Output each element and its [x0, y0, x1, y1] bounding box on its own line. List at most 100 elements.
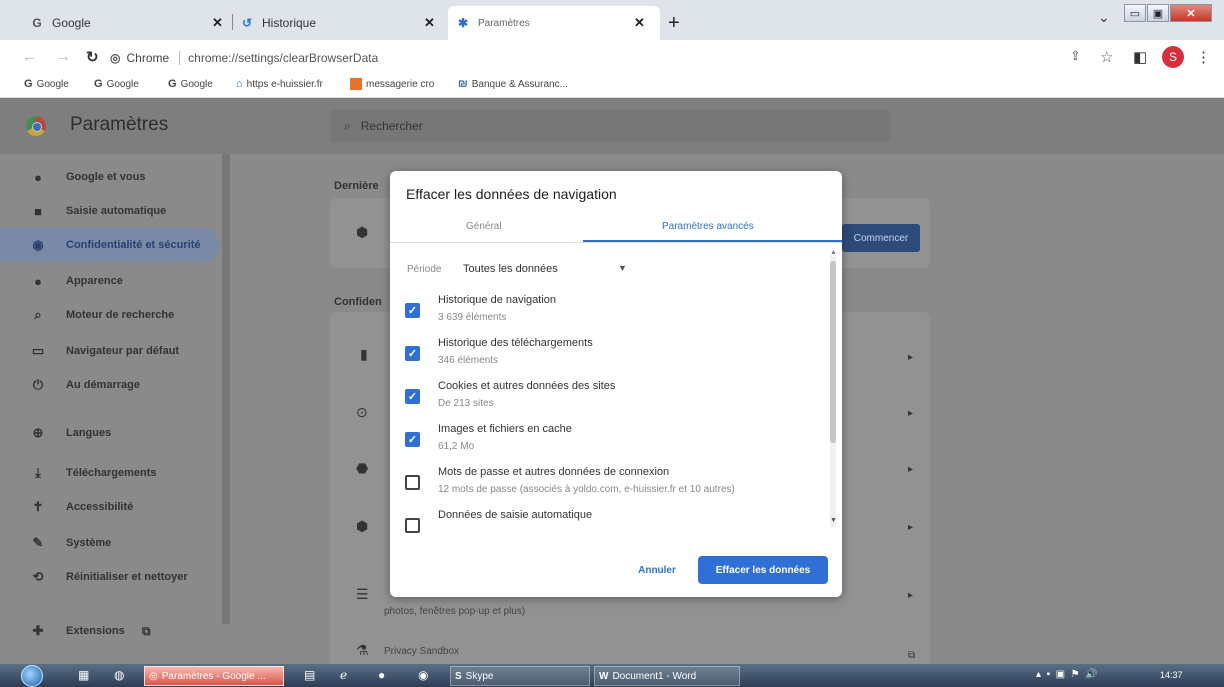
- cancel-button[interactable]: Annuler: [628, 557, 686, 583]
- avatar[interactable]: S: [1162, 46, 1184, 68]
- tab-parametres[interactable]: ✱ Paramètres ✕: [448, 6, 660, 40]
- side-panel-icon[interactable]: ◧: [1133, 48, 1147, 66]
- list-item[interactable]: ✓ Historique des téléchargements 346 élé…: [390, 334, 830, 377]
- clock[interactable]: 14:37: [1160, 670, 1183, 680]
- bookmark-messagerie[interactable]: messagerie cro: [350, 78, 434, 90]
- dropdown-arrow-icon[interactable]: ▼: [618, 263, 627, 273]
- sidebar-item-google[interactable]: ● Google et vous: [0, 160, 220, 194]
- google-icon: G: [32, 16, 42, 30]
- menu-icon[interactable]: ⋮: [1196, 48, 1211, 66]
- sidebar-item-system[interactable]: ✎ Système: [0, 526, 220, 560]
- sidebar-item-downloads[interactable]: ⤓ Téléchargements: [0, 456, 220, 490]
- close-icon[interactable]: ✕: [634, 15, 645, 31]
- checkbox-download-history[interactable]: ✓: [405, 346, 420, 361]
- sidebar-item-extensions[interactable]: ✚ Extensions ⧉: [0, 614, 220, 648]
- chrome-icon: ◎: [149, 670, 158, 682]
- safety-check-button[interactable]: Commencer: [842, 224, 920, 252]
- checkbox-cookies[interactable]: ✓: [405, 389, 420, 404]
- taskbar-item-word[interactable]: W Document1 - Word: [594, 666, 740, 686]
- tab-google[interactable]: G Google ✕: [30, 6, 230, 40]
- taskbar-item-chrome[interactable]: ◎ Paramètres - Google ...: [144, 666, 284, 686]
- mail-icon: [350, 78, 362, 90]
- back-icon[interactable]: ←: [22, 48, 37, 65]
- list-item[interactable]: ✓ Historique de navigation 3 639 élément…: [390, 291, 830, 334]
- sidebar-item-appearance[interactable]: ● Apparence: [0, 264, 220, 298]
- checkbox-passwords[interactable]: [405, 475, 420, 490]
- checkbox-autofill[interactable]: [405, 518, 420, 533]
- clear-data-button[interactable]: Effacer les données: [698, 556, 828, 584]
- sidebar-item-autofill[interactable]: ■ Saisie automatique: [0, 194, 220, 228]
- list-item[interactable]: Données de saisie automatique: [390, 506, 830, 537]
- item-label: Mots de passe et autres données de conne…: [438, 466, 670, 478]
- chevron-right-icon[interactable]: ▸: [908, 522, 913, 533]
- reload-icon[interactable]: ↻: [86, 48, 99, 66]
- app-icon[interactable]: ●: [378, 668, 385, 682]
- external-link-icon: ⧉: [142, 623, 151, 638]
- bookmark-google[interactable]: G Google: [24, 78, 69, 90]
- tab-basic[interactable]: Général: [466, 221, 502, 232]
- sidebar-item-languages[interactable]: ⊕ Langues: [0, 416, 220, 450]
- bookmark-banque[interactable]: ₪ Banque & Assuranc...: [458, 78, 568, 90]
- sidebar-item-search-engine[interactable]: ⌕ Moteur de recherche: [0, 298, 220, 332]
- chevron-right-icon[interactable]: ▸: [908, 590, 913, 601]
- list-item[interactable]: Mots de passe et autres données de conne…: [390, 463, 830, 506]
- omnibox-divider: [179, 51, 181, 65]
- sidebar-item-default-browser[interactable]: ▭ Navigateur par défaut: [0, 334, 220, 368]
- tab-historique[interactable]: ↺ Historique ✕: [240, 6, 440, 40]
- close-icon[interactable]: ✕: [424, 15, 435, 31]
- bookmark-google[interactable]: G Google: [94, 78, 139, 90]
- omnibox[interactable]: ◎ Chrome chrome://settings/clearBrowserD…: [110, 47, 378, 69]
- new-tab-button[interactable]: +: [668, 12, 680, 35]
- scroll-up-icon[interactable]: ▲: [830, 249, 837, 256]
- close-icon[interactable]: ✕: [212, 15, 223, 31]
- tab-advanced[interactable]: Paramètres avancés: [662, 221, 754, 232]
- omnibox-url[interactable]: chrome://settings/clearBrowserData: [188, 51, 378, 65]
- settings-search-input[interactable]: ⌕ Rechercher: [330, 110, 890, 142]
- forward-icon[interactable]: →: [56, 48, 71, 65]
- chevron-right-icon[interactable]: ▸: [908, 408, 913, 419]
- wrench-icon: ✎: [32, 535, 44, 550]
- explorer-icon[interactable]: ▤: [304, 668, 315, 682]
- sidebar-item-label: Accessibilité: [66, 501, 134, 513]
- cookie-icon: ⊙: [356, 404, 368, 420]
- chrome-icon: ◎: [110, 51, 121, 65]
- ie-icon[interactable]: ℯ: [340, 668, 347, 682]
- checkbox-cache[interactable]: ✓: [405, 432, 420, 447]
- scroll-down-icon[interactable]: ▼: [830, 517, 837, 524]
- list-item[interactable]: ✓ Images et fichiers en cache 61,2 Mo: [390, 420, 830, 463]
- sidebar-item-privacy[interactable]: ◉ Confidentialité et sécurité: [0, 228, 220, 262]
- bookmark-e-huissier[interactable]: ⌂ https e-huissier.fr: [236, 78, 323, 90]
- start-button[interactable]: [14, 664, 50, 687]
- period-label: Période: [407, 264, 442, 275]
- restore-button[interactable]: ▣: [1147, 4, 1169, 22]
- list-item[interactable]: ✓ Cookies et autres données des sites De…: [390, 377, 830, 420]
- list-scrollbar-thumb[interactable]: [830, 261, 836, 443]
- system-tray[interactable]: ▴ ▪ ▣ ⚑ 🔊: [1036, 669, 1098, 680]
- sidebar-item-label: Système: [66, 537, 112, 549]
- minimize-button[interactable]: ▭: [1124, 4, 1146, 22]
- taskbar-item-skype[interactable]: S Skype: [450, 666, 590, 686]
- chevron-down-icon[interactable]: ⌄: [1098, 9, 1110, 26]
- checkbox-browsing-history[interactable]: ✓: [405, 303, 420, 318]
- taskbar: ▦ ◍ ◎ Paramètres - Google ... ▤ ℯ ● ◉ S …: [0, 664, 1224, 687]
- chevron-right-icon[interactable]: ▸: [908, 352, 913, 363]
- reset-icon: ⟲: [32, 569, 44, 584]
- app-icon[interactable]: ◍: [114, 668, 124, 682]
- share-icon[interactable]: ⇪: [1070, 48, 1081, 64]
- sidebar-item-accessibility[interactable]: ✝ Accessibilité: [0, 490, 220, 524]
- dialog-title: Effacer les données de navigation: [406, 186, 617, 202]
- google-icon: G: [94, 78, 103, 90]
- app-icon[interactable]: ◉: [418, 668, 428, 682]
- period-select[interactable]: Toutes les données: [463, 263, 558, 275]
- desktop-icon[interactable]: ▦: [78, 668, 89, 682]
- sidebar-item-startup[interactable]: ⏻ Au démarrage: [0, 368, 220, 402]
- sidebar-scrollbar[interactable]: [222, 154, 230, 624]
- tab-strip: G Google ✕ ↺ Historique ✕ ✱ Paramètres ✕…: [0, 0, 1224, 40]
- bookmark-google[interactable]: G Google: [168, 78, 213, 90]
- star-icon[interactable]: ☆: [1100, 48, 1113, 66]
- chevron-right-icon[interactable]: ▸: [908, 464, 913, 475]
- sidebar-item-reset[interactable]: ⟲ Réinitialiser et nettoyer: [0, 560, 220, 594]
- external-link-icon[interactable]: ⧉: [908, 650, 915, 661]
- trash-icon: ▮: [360, 346, 368, 362]
- window-close-button[interactable]: ✕: [1170, 4, 1212, 22]
